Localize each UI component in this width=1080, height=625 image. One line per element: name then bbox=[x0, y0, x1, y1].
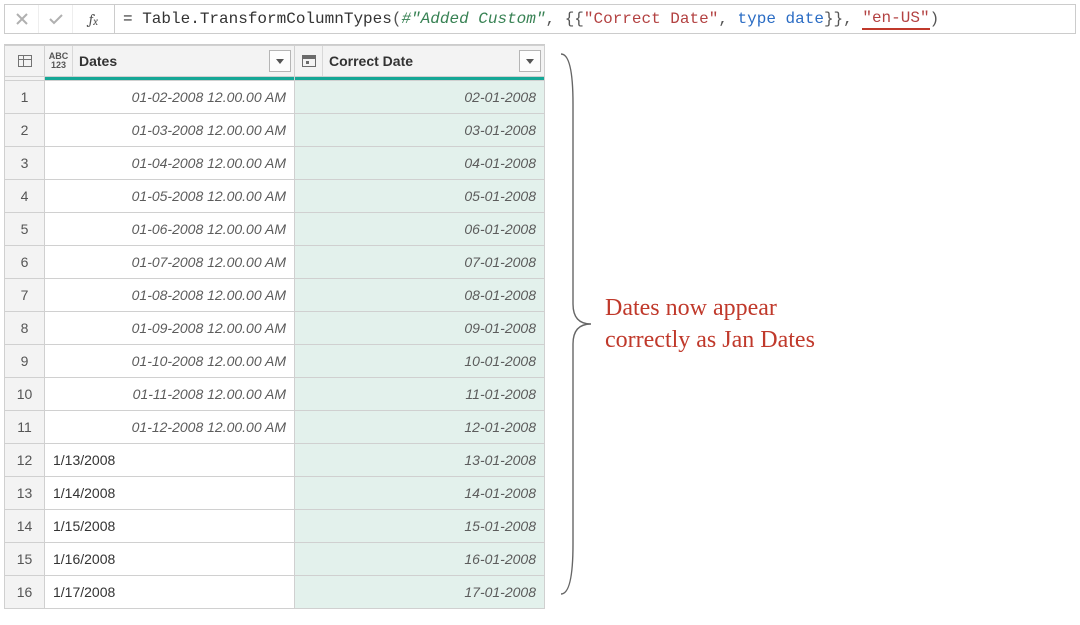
cell-dates[interactable]: 01-05-2008 12.00.00 AM bbox=[45, 180, 295, 213]
table-row[interactable]: 901-10-2008 12.00.00 AM10-01-2008 bbox=[5, 345, 545, 378]
cell-dates[interactable]: 01-07-2008 12.00.00 AM bbox=[45, 246, 295, 279]
cell-dates[interactable]: 01-09-2008 12.00.00 AM bbox=[45, 312, 295, 345]
cell-dates[interactable]: 1/15/2008 bbox=[45, 510, 295, 543]
row-number[interactable]: 14 bbox=[5, 510, 45, 543]
table-row[interactable]: 1001-11-2008 12.00.00 AM11-01-2008 bbox=[5, 378, 545, 411]
data-grid: ABC 123 Dates Correct Date bbox=[4, 44, 545, 609]
row-number[interactable]: 3 bbox=[5, 147, 45, 180]
formula-token-str1: "Correct Date" bbox=[584, 10, 718, 28]
table-row[interactable]: 121/13/200813-01-2008 bbox=[5, 444, 545, 477]
table-row[interactable]: 1101-12-2008 12.00.00 AM12-01-2008 bbox=[5, 411, 545, 444]
table-row[interactable]: 161/17/200817-01-2008 bbox=[5, 576, 545, 609]
row-number[interactable]: 7 bbox=[5, 279, 45, 312]
cell-dates[interactable]: 01-12-2008 12.00.00 AM bbox=[45, 411, 295, 444]
cell-correct-date[interactable]: 15-01-2008 bbox=[295, 510, 545, 543]
table-row[interactable]: 701-08-2008 12.00.00 AM08-01-2008 bbox=[5, 279, 545, 312]
cell-correct-date[interactable]: 12-01-2008 bbox=[295, 411, 545, 444]
table-row[interactable]: 501-06-2008 12.00.00 AM06-01-2008 bbox=[5, 213, 545, 246]
table-row[interactable]: 201-03-2008 12.00.00 AM03-01-2008 bbox=[5, 114, 545, 147]
cell-dates[interactable]: 01-03-2008 12.00.00 AM bbox=[45, 114, 295, 147]
table-row[interactable]: 151/16/200816-01-2008 bbox=[5, 543, 545, 576]
row-number[interactable]: 12 bbox=[5, 444, 45, 477]
filter-dropdown[interactable] bbox=[269, 50, 291, 72]
formula-token-kw: type date bbox=[738, 10, 824, 28]
formula-token-locale: "en-US" bbox=[862, 9, 929, 30]
row-number[interactable]: 15 bbox=[5, 543, 45, 576]
calendar-icon bbox=[302, 55, 316, 67]
formula-token-c1: , {{ bbox=[545, 10, 583, 28]
x-icon bbox=[16, 13, 28, 25]
annotation-text: Dates now appear correctly as Jan Dates bbox=[605, 292, 815, 357]
cell-correct-date[interactable]: 05-01-2008 bbox=[295, 180, 545, 213]
cell-correct-date[interactable]: 17-01-2008 bbox=[295, 576, 545, 609]
chevron-down-icon bbox=[276, 59, 284, 64]
row-number[interactable]: 9 bbox=[5, 345, 45, 378]
column-label: Correct Date bbox=[323, 53, 519, 69]
formula-bar: fx = Table.TransformColumnTypes ( #"Adde… bbox=[4, 4, 1076, 34]
cell-correct-date[interactable]: 16-01-2008 bbox=[295, 543, 545, 576]
column-header-correct-date[interactable]: Correct Date bbox=[295, 46, 545, 77]
check-icon bbox=[49, 13, 63, 25]
type-date-icon[interactable] bbox=[295, 46, 323, 76]
row-number[interactable]: 13 bbox=[5, 477, 45, 510]
row-number[interactable]: 16 bbox=[5, 576, 45, 609]
cancel-formula-button[interactable] bbox=[5, 5, 39, 33]
cell-dates[interactable]: 01-10-2008 12.00.00 AM bbox=[45, 345, 295, 378]
cell-correct-date[interactable]: 11-01-2008 bbox=[295, 378, 545, 411]
table-row[interactable]: 141/15/200815-01-2008 bbox=[5, 510, 545, 543]
formula-token-c2: , bbox=[718, 10, 737, 28]
cell-dates[interactable]: 1/13/2008 bbox=[45, 444, 295, 477]
table-corner-button[interactable] bbox=[5, 46, 45, 77]
formula-token-eq: = bbox=[123, 10, 142, 28]
annotation: Dates now appear correctly as Jan Dates bbox=[551, 44, 815, 604]
fx-label: fx bbox=[73, 5, 115, 33]
row-number[interactable]: 4 bbox=[5, 180, 45, 213]
cell-dates[interactable]: 01-08-2008 12.00.00 AM bbox=[45, 279, 295, 312]
row-number[interactable]: 1 bbox=[5, 81, 45, 114]
row-number[interactable]: 8 bbox=[5, 312, 45, 345]
cell-correct-date[interactable]: 09-01-2008 bbox=[295, 312, 545, 345]
cell-correct-date[interactable]: 10-01-2008 bbox=[295, 345, 545, 378]
column-label: Dates bbox=[73, 53, 269, 69]
cell-dates[interactable]: 1/16/2008 bbox=[45, 543, 295, 576]
row-number[interactable]: 11 bbox=[5, 411, 45, 444]
row-number[interactable]: 2 bbox=[5, 114, 45, 147]
cell-dates[interactable]: 01-11-2008 12.00.00 AM bbox=[45, 378, 295, 411]
table-row[interactable]: 101-02-2008 12.00.00 AM02-01-2008 bbox=[5, 81, 545, 114]
cell-correct-date[interactable]: 13-01-2008 bbox=[295, 444, 545, 477]
cell-dates[interactable]: 01-02-2008 12.00.00 AM bbox=[45, 81, 295, 114]
cell-correct-date[interactable]: 14-01-2008 bbox=[295, 477, 545, 510]
cell-dates[interactable]: 01-04-2008 12.00.00 AM bbox=[45, 147, 295, 180]
cell-correct-date[interactable]: 06-01-2008 bbox=[295, 213, 545, 246]
chevron-down-icon bbox=[526, 59, 534, 64]
cell-correct-date[interactable]: 08-01-2008 bbox=[295, 279, 545, 312]
cell-correct-date[interactable]: 02-01-2008 bbox=[295, 81, 545, 114]
formula-input[interactable]: = Table.TransformColumnTypes ( #"Added C… bbox=[115, 5, 1075, 33]
formula-token-close: ) bbox=[930, 10, 940, 28]
cell-dates[interactable]: 1/14/2008 bbox=[45, 477, 295, 510]
row-number[interactable]: 10 bbox=[5, 378, 45, 411]
table-row[interactable]: 801-09-2008 12.00.00 AM09-01-2008 bbox=[5, 312, 545, 345]
cell-correct-date[interactable]: 03-01-2008 bbox=[295, 114, 545, 147]
table-row[interactable]: 131/14/200814-01-2008 bbox=[5, 477, 545, 510]
cell-correct-date[interactable]: 07-01-2008 bbox=[295, 246, 545, 279]
table-row[interactable]: 301-04-2008 12.00.00 AM04-01-2008 bbox=[5, 147, 545, 180]
cell-dates[interactable]: 01-06-2008 12.00.00 AM bbox=[45, 213, 295, 246]
cell-dates[interactable]: 1/17/2008 bbox=[45, 576, 295, 609]
column-header-dates[interactable]: ABC 123 Dates bbox=[45, 46, 295, 77]
formula-token-fn: Table.TransformColumnTypes bbox=[142, 10, 392, 28]
cell-correct-date[interactable]: 04-01-2008 bbox=[295, 147, 545, 180]
table-icon bbox=[18, 55, 32, 67]
brace-icon bbox=[551, 44, 601, 604]
formula-token-ref: #"Added Custom" bbox=[401, 10, 545, 28]
filter-dropdown[interactable] bbox=[519, 50, 541, 72]
row-number[interactable]: 5 bbox=[5, 213, 45, 246]
table-row[interactable]: 401-05-2008 12.00.00 AM05-01-2008 bbox=[5, 180, 545, 213]
table-row[interactable]: 601-07-2008 12.00.00 AM07-01-2008 bbox=[5, 246, 545, 279]
type-any-icon[interactable]: ABC 123 bbox=[45, 46, 73, 76]
accept-formula-button[interactable] bbox=[39, 5, 73, 33]
row-number[interactable]: 6 bbox=[5, 246, 45, 279]
formula-token-c3: }}, bbox=[824, 10, 862, 28]
formula-token-open: ( bbox=[392, 10, 402, 28]
